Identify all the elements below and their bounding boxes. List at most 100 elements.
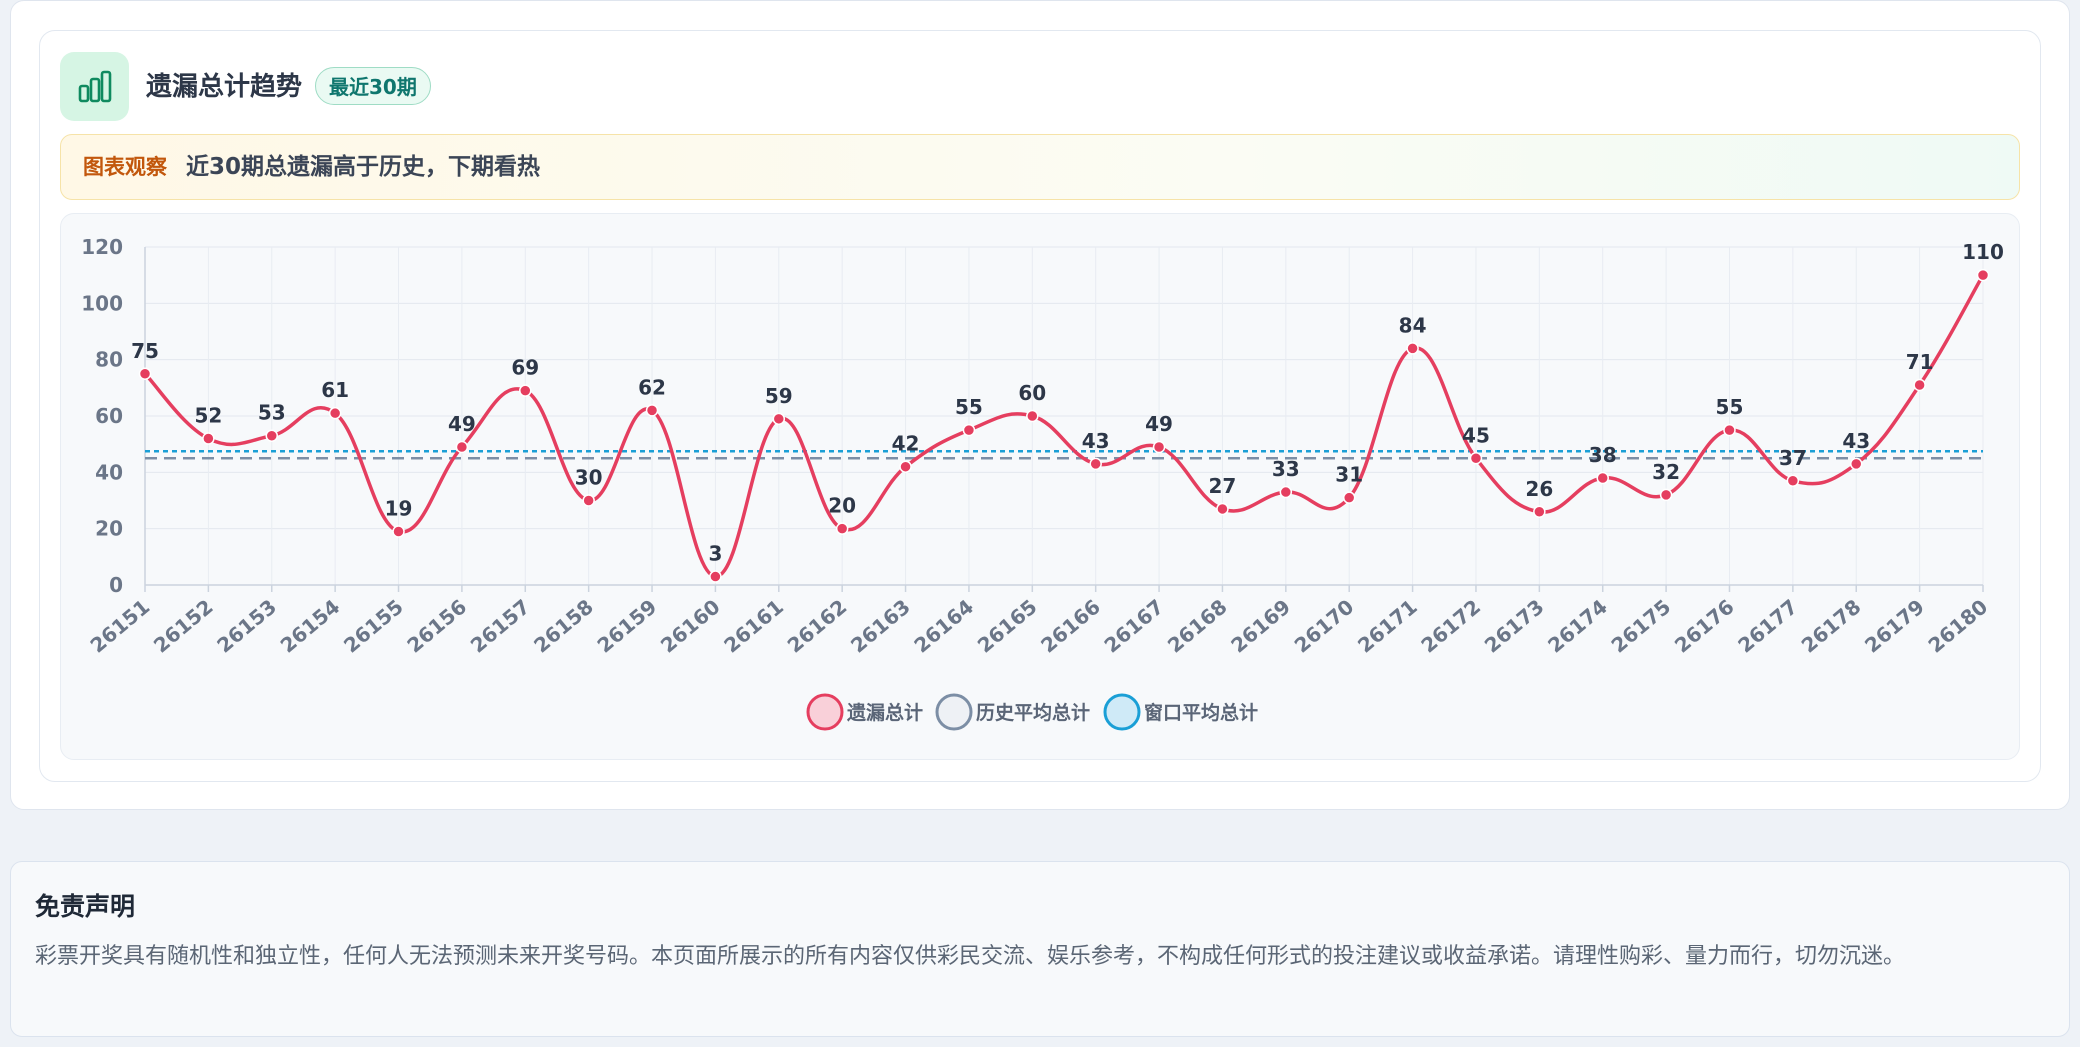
data-point [1723, 423, 1736, 437]
x-tick-label: 26170 [1290, 594, 1359, 657]
bar-chart-icon [60, 52, 129, 121]
data-point [772, 412, 786, 426]
x-tick-label: 26152 [149, 594, 218, 657]
data-point [1976, 268, 1990, 282]
data-label: 49 [448, 412, 476, 436]
period-badge[interactable]: 最近30期 [315, 67, 431, 105]
data-point [1152, 440, 1166, 454]
x-tick-label: 26161 [719, 594, 788, 657]
data-label: 37 [1779, 446, 1807, 470]
x-tick-label: 26158 [529, 594, 598, 657]
data-point [1596, 471, 1609, 485]
x-tick-label: 26167 [1100, 594, 1169, 657]
data-point [265, 429, 279, 442]
data-label: 61 [321, 378, 349, 402]
x-tick-label: 26169 [1226, 594, 1295, 657]
data-point [1533, 505, 1546, 519]
data-point [1786, 474, 1800, 488]
x-tick-label: 26176 [1670, 594, 1739, 657]
data-label: 55 [1716, 395, 1744, 419]
data-label: 55 [955, 395, 983, 419]
y-tick-label: 60 [95, 404, 123, 428]
data-label: 43 [1082, 429, 1110, 453]
data-point [519, 384, 532, 397]
data-label: 27 [1209, 474, 1237, 498]
data-point [1469, 452, 1483, 465]
legend-item-historical-average-swatch[interactable] [935, 693, 973, 731]
data-point [709, 570, 722, 583]
disclaimer-text: 彩票开奖具有随机性和独立性，任何人无法预测未来开奖号码。本页面所展示的所有内容仅… [35, 944, 1906, 969]
data-point [1342, 491, 1356, 504]
x-tick-label: 26179 [1860, 594, 1929, 657]
x-tick-label: 26173 [1480, 594, 1549, 657]
data-point [1913, 378, 1926, 392]
x-tick-label: 26160 [656, 594, 725, 657]
y-tick-label: 100 [81, 291, 123, 315]
data-label: 69 [511, 356, 539, 380]
data-point [1659, 488, 1673, 502]
y-tick-label: 80 [95, 348, 123, 372]
legend-item-omission-total-swatch[interactable] [806, 693, 844, 731]
y-tick-label: 40 [95, 460, 123, 484]
data-point [962, 423, 976, 437]
legend-item-window-average[interactable]: 窗口平均总计 [1144, 701, 1258, 724]
x-tick-label: 26178 [1797, 594, 1866, 657]
data-point [202, 432, 215, 445]
data-label: 59 [765, 384, 793, 408]
observation-banner: 图表观察 近30期总遗漏高于历史，下期看热 [60, 134, 2020, 200]
series-line-omission-total [143, 274, 1985, 579]
data-label: 30 [575, 466, 603, 490]
legend-item-historical-average[interactable]: 历史平均总计 [976, 701, 1090, 724]
data-label: 32 [1652, 460, 1680, 484]
x-tick-label: 26157 [466, 594, 535, 657]
data-label: 31 [1335, 463, 1363, 487]
x-tick-label: 26162 [783, 594, 852, 657]
x-tick-label: 26172 [1416, 594, 1485, 657]
data-label: 62 [638, 375, 666, 399]
chart-title: 遗漏总计趋势 [146, 72, 303, 102]
observation-text: 近30期总遗漏高于历史，下期看热 [186, 154, 541, 180]
x-tick-label: 26165 [973, 594, 1042, 657]
x-tick-label: 26163 [846, 594, 915, 657]
disclaimer-title: 免责声明 [35, 892, 136, 921]
disclaimer-section: 免责声明 彩票开奖具有随机性和独立性，任何人无法预测未来开奖号码。本页面所展示的… [10, 861, 2070, 1037]
x-tick-label: 26153 [212, 594, 281, 657]
data-point [328, 406, 342, 420]
x-tick-label: 26175 [1607, 594, 1676, 657]
x-tick-label: 26166 [1036, 594, 1105, 657]
data-label: 52 [194, 404, 222, 428]
data-point [392, 525, 405, 538]
data-point [1849, 457, 1863, 471]
legend-item-omission-total[interactable]: 遗漏总计 [846, 701, 923, 724]
data-label: 71 [1906, 350, 1934, 374]
data-label: 110 [1962, 240, 2004, 264]
data-label: 3 [708, 542, 722, 566]
x-tick-label: 26168 [1163, 594, 1232, 657]
data-label: 19 [385, 496, 413, 520]
data-label: 26 [1525, 477, 1553, 501]
x-tick-label: 26171 [1353, 594, 1422, 657]
x-tick-label: 26174 [1543, 594, 1612, 657]
x-tick-label: 26159 [593, 594, 662, 657]
x-tick-label: 26180 [1923, 594, 1992, 657]
data-point [1279, 485, 1293, 499]
data-point [645, 404, 659, 417]
data-label: 20 [828, 494, 856, 518]
data-point [1216, 502, 1229, 516]
data-point [455, 440, 469, 454]
legend-item-window-average-swatch[interactable] [1103, 693, 1141, 731]
data-label: 33 [1272, 457, 1300, 481]
chart-panel: 0 20 40 60 80 100 120 26151 26152 26153 26154 26155… [60, 213, 2020, 760]
data-point [138, 367, 152, 380]
data-label: 42 [892, 432, 920, 456]
y-tick-label: 0 [109, 573, 123, 597]
x-tick-label: 26156 [402, 594, 471, 657]
data-label: 49 [1145, 412, 1173, 436]
data-point [899, 460, 912, 473]
data-point [1406, 342, 1419, 355]
x-tick-label: 26164 [909, 594, 978, 657]
data-label: 43 [1842, 429, 1870, 453]
y-tick-label: 120 [81, 235, 123, 259]
line-chart: 0 20 40 60 80 100 120 2615126152261532615426155… [81, 235, 2004, 731]
data-point [835, 522, 849, 535]
